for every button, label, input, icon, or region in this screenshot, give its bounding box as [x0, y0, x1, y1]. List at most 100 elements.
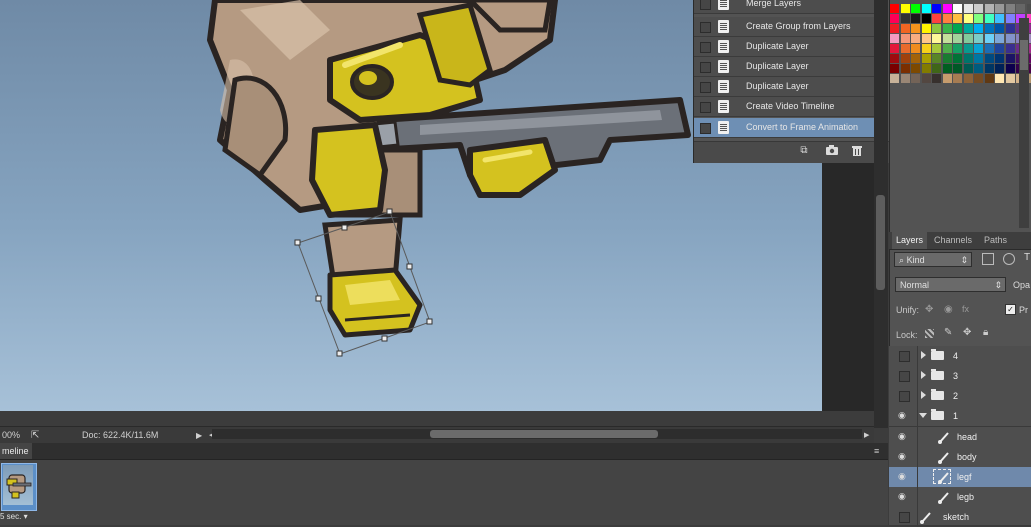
color-swatch[interactable]	[1006, 24, 1015, 33]
blend-mode-select[interactable]: Normal ⇕	[895, 277, 1006, 292]
color-swatch[interactable]	[985, 54, 994, 63]
color-swatch[interactable]	[964, 44, 973, 53]
filter-pixel-icon[interactable]	[982, 253, 994, 265]
color-swatch[interactable]	[911, 4, 920, 13]
color-swatch[interactable]	[932, 4, 941, 13]
color-swatch[interactable]	[995, 4, 1004, 13]
layer-row-group-3[interactable]: 3	[889, 366, 1031, 387]
eye-icon[interactable]: ◉	[898, 432, 910, 441]
color-swatch[interactable]	[1016, 4, 1025, 13]
history-snapshot-checkbox[interactable]	[700, 102, 711, 113]
color-swatch[interactable]	[1006, 74, 1015, 83]
unify-position-icon[interactable]: ✥	[925, 304, 933, 315]
layer-row-group-4[interactable]: 4	[889, 346, 1031, 367]
color-swatch[interactable]	[1006, 4, 1015, 13]
color-swatch[interactable]	[943, 14, 952, 23]
unify-visibility-icon[interactable]: ◉	[944, 304, 953, 315]
canvas-vertical-scroll-thumb[interactable]	[876, 195, 885, 290]
color-swatch[interactable]	[890, 24, 899, 33]
color-swatch[interactable]	[964, 14, 973, 23]
color-swatch[interactable]	[901, 24, 910, 33]
trash-icon[interactable]	[851, 145, 863, 157]
color-swatch[interactable]	[964, 4, 973, 13]
color-swatch[interactable]	[890, 44, 899, 53]
color-swatch[interactable]	[974, 4, 983, 13]
new-document-from-state-icon[interactable]: ⧉	[798, 145, 810, 157]
color-swatch[interactable]	[890, 54, 899, 63]
color-swatch[interactable]	[901, 74, 910, 83]
color-swatch[interactable]	[995, 44, 1004, 53]
color-swatch[interactable]	[932, 54, 941, 63]
layer-row-group-2[interactable]: 2	[889, 386, 1031, 407]
color-swatch[interactable]	[995, 74, 1004, 83]
color-swatch[interactable]	[1006, 64, 1015, 73]
color-swatch[interactable]	[943, 34, 952, 43]
history-snapshot-checkbox[interactable]	[700, 123, 711, 134]
color-swatch[interactable]	[922, 24, 931, 33]
color-swatch[interactable]	[964, 24, 973, 33]
color-swatch[interactable]	[953, 74, 962, 83]
color-swatch[interactable]	[932, 34, 941, 43]
canvas-horizontal-scroll-thumb[interactable]	[430, 430, 658, 438]
layer-filter-kind[interactable]: ⌕ Kind ⇕	[894, 252, 972, 267]
visibility-toggle[interactable]	[899, 371, 910, 382]
color-swatch[interactable]	[974, 74, 983, 83]
history-snapshot-checkbox[interactable]	[700, 62, 711, 73]
history-item[interactable]: Duplicate Layer	[694, 77, 874, 97]
color-swatch[interactable]	[1006, 54, 1015, 63]
history-item-selected[interactable]: Convert to Frame Animation	[694, 118, 874, 138]
color-swatch[interactable]	[911, 44, 920, 53]
tab-paths[interactable]: Paths	[980, 232, 1011, 249]
color-swatch[interactable]	[943, 54, 952, 63]
color-swatch[interactable]	[1006, 44, 1015, 53]
color-swatch[interactable]	[922, 44, 931, 53]
color-swatch[interactable]	[985, 64, 994, 73]
layer-row-head[interactable]: ◉ head	[889, 427, 1031, 448]
color-swatch[interactable]	[911, 24, 920, 33]
color-swatch[interactable]	[901, 4, 910, 13]
tab-layers[interactable]: Layers	[892, 232, 927, 249]
tab-timeline[interactable]: meline	[0, 443, 32, 459]
color-swatch[interactable]	[911, 54, 920, 63]
filter-type-icon[interactable]: T	[1024, 252, 1030, 263]
color-swatch[interactable]	[911, 64, 920, 73]
lock-transparent-icon[interactable]	[925, 329, 934, 338]
expand-arrow-icon[interactable]	[921, 371, 926, 379]
eye-icon[interactable]: ◉	[898, 472, 910, 481]
color-swatch[interactable]	[974, 14, 983, 23]
color-swatch[interactable]	[943, 24, 952, 33]
camera-icon[interactable]	[826, 145, 838, 157]
history-item[interactable]: Create Video Timeline	[694, 97, 874, 117]
color-swatch[interactable]	[953, 54, 962, 63]
color-swatch[interactable]	[974, 44, 983, 53]
layer-row-legf[interactable]: ◉ legf	[889, 467, 1031, 488]
propagate-checkbox[interactable]: ✓	[1005, 304, 1016, 315]
color-swatch[interactable]	[901, 14, 910, 23]
collapse-arrow-icon[interactable]	[919, 413, 927, 418]
color-swatch[interactable]	[985, 24, 994, 33]
share-icon[interactable]: ⇱	[31, 430, 39, 441]
layer-row-group-1[interactable]: ◉ 1	[889, 406, 1031, 427]
history-snapshot-checkbox[interactable]	[700, 0, 711, 10]
color-swatch[interactable]	[953, 34, 962, 43]
eye-icon[interactable]: ◉	[898, 411, 910, 420]
color-swatch[interactable]	[1006, 14, 1015, 23]
color-swatch[interactable]	[932, 14, 941, 23]
color-swatch[interactable]	[995, 24, 1004, 33]
color-swatch[interactable]	[922, 74, 931, 83]
history-item[interactable]: Duplicate Layer	[694, 57, 874, 77]
color-swatch[interactable]	[995, 54, 1004, 63]
color-swatch[interactable]	[932, 64, 941, 73]
color-swatch[interactable]	[901, 64, 910, 73]
color-swatch[interactable]	[922, 4, 931, 13]
color-swatch[interactable]	[964, 64, 973, 73]
color-swatch[interactable]	[964, 74, 973, 83]
color-swatch[interactable]	[953, 44, 962, 53]
color-swatch[interactable]	[995, 34, 1004, 43]
color-swatch[interactable]	[974, 64, 983, 73]
color-swatch[interactable]	[953, 4, 962, 13]
eye-icon[interactable]: ◉	[898, 492, 910, 501]
color-swatch[interactable]	[985, 14, 994, 23]
color-swatch[interactable]	[922, 64, 931, 73]
color-swatch[interactable]	[932, 44, 941, 53]
